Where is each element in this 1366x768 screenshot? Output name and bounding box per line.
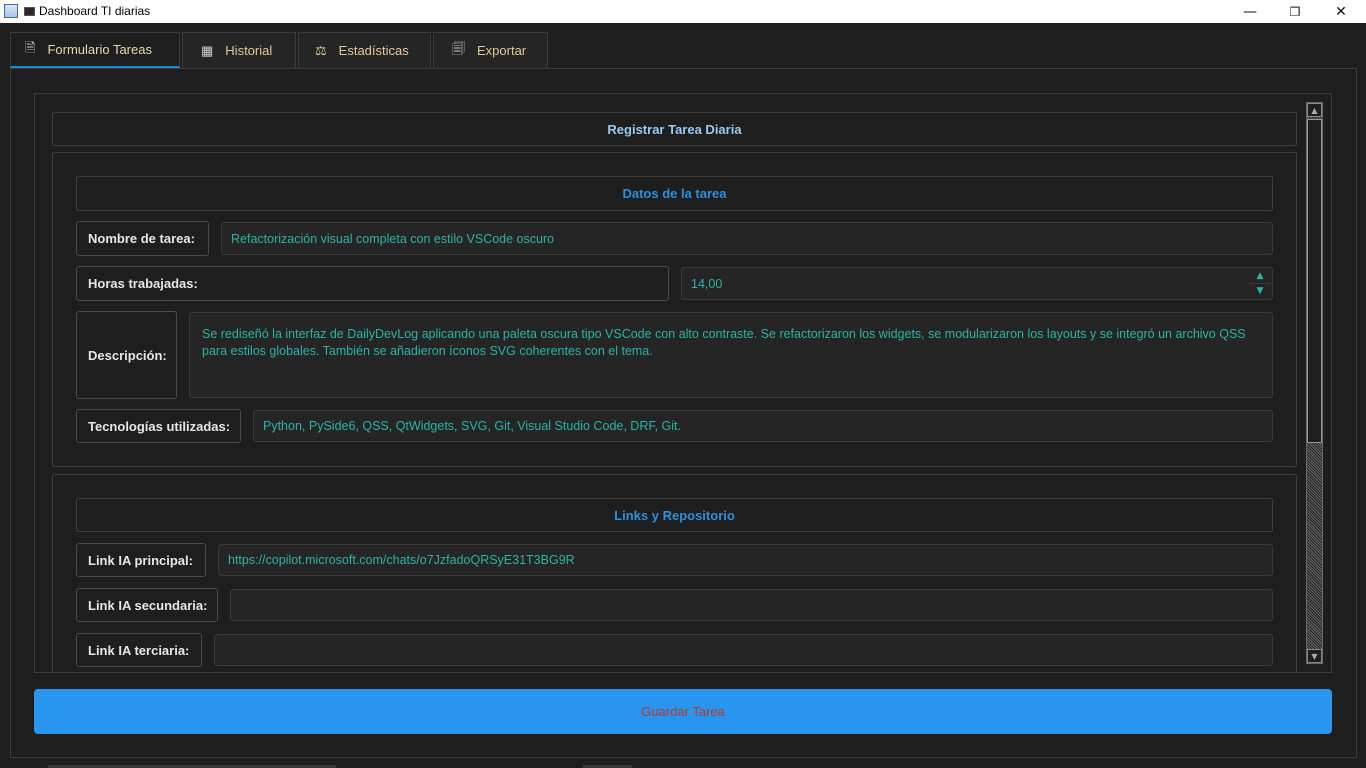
vertical-scrollbar[interactable]: ▲ ▼ (1306, 102, 1323, 664)
description-label: Descripción: (76, 311, 177, 399)
ia-secondary-input[interactable] (230, 589, 1273, 621)
close-button[interactable]: ✕ (1318, 0, 1364, 23)
ia-main-label: Link IA principal: (76, 543, 206, 577)
tab-label: Historial (225, 43, 273, 58)
task-name-label: Nombre de tarea: (76, 221, 209, 256)
ia-main-input[interactable]: https://copilot.microsoft.com/chats/o7Jz… (218, 544, 1273, 576)
document-icon: 🗎 (25, 39, 36, 55)
window-titlebar: Dashboard TI diarias — ❐ ✕ (0, 0, 1366, 23)
form-scroll-area[interactable]: Registrar Tarea Diaria Datos de la tarea… (34, 93, 1332, 673)
hours-label: Horas trabajadas: (76, 266, 669, 301)
export-icon: 🗐 (452, 40, 465, 56)
scale-icon: ⚖ (315, 42, 327, 58)
description-textarea[interactable]: Se rediseñó la interfaz de DailyDevLog a… (189, 312, 1273, 398)
spin-down-icon[interactable]: ▼ (1249, 283, 1271, 297)
ia-tertiary-input[interactable] (214, 634, 1273, 666)
minimize-button[interactable]: — (1227, 0, 1273, 23)
tab-label: Exportar (477, 43, 527, 58)
tab-label: Formulario Tareas (47, 42, 152, 57)
restore-button[interactable]: ❐ (1272, 0, 1318, 23)
technologies-input[interactable]: Python, PySide6, QSS, QtWidgets, SVG, Gi… (253, 410, 1273, 442)
save-task-button[interactable]: Guardar Tarea (34, 689, 1332, 734)
scroll-up-icon[interactable]: ▲ (1307, 103, 1322, 117)
task-section-title: Datos de la tarea (76, 176, 1273, 211)
spin-up-icon[interactable]: ▲ (1249, 269, 1271, 283)
scroll-down-icon[interactable]: ▼ (1307, 649, 1322, 663)
ia-tertiary-label: Link IA terciaria: (76, 633, 202, 667)
tab-label: Estadísticas (338, 43, 409, 58)
task-name-input[interactable]: Refactorización visual completa con esti… (221, 222, 1273, 255)
window-title-wrap: Dashboard TI diarias (24, 4, 150, 18)
scrollbar-thumb[interactable] (1307, 119, 1322, 443)
tab-historial[interactable]: ▦ Historial (182, 32, 296, 68)
window-title: Dashboard TI diarias (39, 4, 151, 18)
tab-formulario-tareas[interactable]: 🗎 Formulario Tareas (10, 32, 180, 68)
tab-estadisticas[interactable]: ⚖ Estadísticas (298, 32, 431, 68)
laptop-icon (24, 7, 35, 16)
tab-exportar[interactable]: 🗐 Exportar (433, 32, 548, 68)
form-header: Registrar Tarea Diaria (52, 112, 1297, 146)
technologies-label: Tecnologías utilizadas: (76, 409, 241, 443)
hours-spinbox[interactable]: 14,00 (681, 267, 1273, 300)
links-section-title: Links y Repositorio (76, 498, 1273, 532)
app-icon (4, 4, 18, 18)
hours-value: 14,00 (691, 276, 723, 291)
history-icon: ▦ (201, 42, 214, 58)
ia-secondary-label: Link IA secundaria: (76, 588, 218, 622)
